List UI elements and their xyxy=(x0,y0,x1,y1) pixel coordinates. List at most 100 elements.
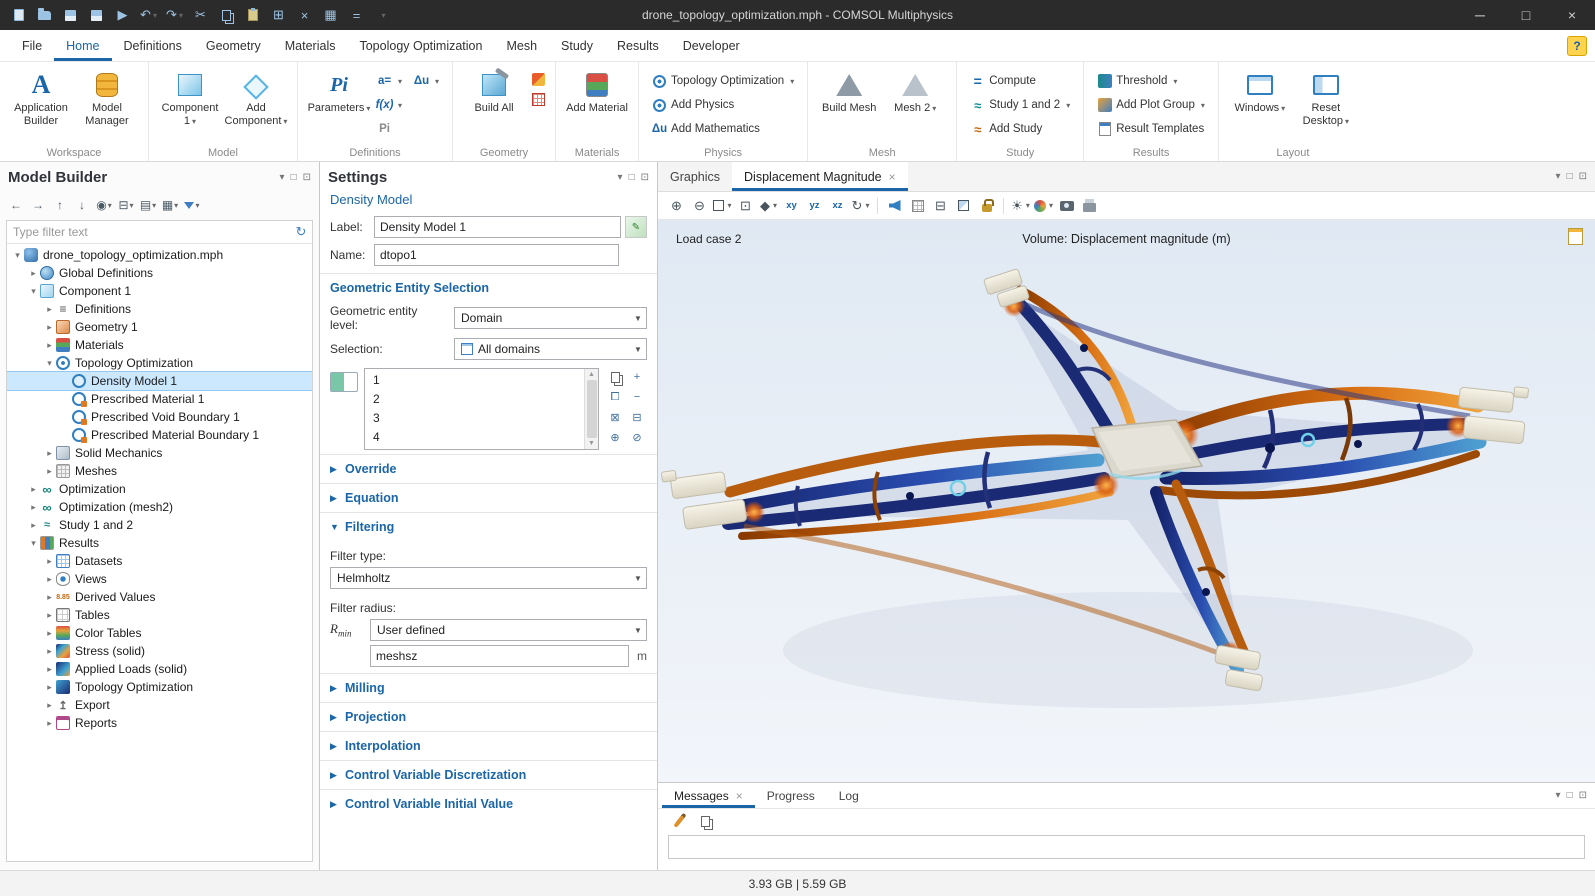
add-to-selection-button[interactable]: + xyxy=(627,368,647,386)
expander-icon[interactable]: ▸ xyxy=(43,556,56,567)
print-button[interactable] xyxy=(1079,195,1100,216)
tab-log[interactable]: Log xyxy=(827,783,871,808)
section-milling[interactable]: ▶Milling xyxy=(320,673,657,702)
tree-node-reports[interactable]: ▸Reports xyxy=(7,714,312,732)
local-parameters-button[interactable]: Pi xyxy=(372,118,444,140)
tab-displacement-magnitude[interactable]: Displacement Magnitude× xyxy=(732,162,908,191)
expander-icon[interactable]: ▸ xyxy=(43,304,56,315)
parameters-button[interactable]: Pi Parameters▾ xyxy=(306,68,372,115)
zoom-in-button[interactable]: ⊕ xyxy=(666,195,687,216)
threshold-button[interactable]: Threshold▾ xyxy=(1092,70,1210,92)
delete-button[interactable]: × xyxy=(292,3,317,27)
play-sound-button[interactable] xyxy=(884,195,905,216)
expander-icon[interactable]: ▾ xyxy=(27,538,40,549)
compute-button[interactable]: =Compute xyxy=(965,70,1075,92)
filter-radius-mode-dropdown[interactable]: User defined▼ xyxy=(370,619,647,641)
tree-node-results[interactable]: ▾Results xyxy=(7,534,312,552)
expander-icon[interactable]: ▸ xyxy=(43,718,56,729)
filter-button[interactable]: ▾ xyxy=(182,195,202,215)
windows-button[interactable]: Windows▾ xyxy=(1227,68,1293,115)
section-control-variable-discretization[interactable]: ▶Control Variable Discretization xyxy=(320,760,657,789)
messages-output[interactable] xyxy=(668,835,1585,859)
tree-node-prescribed-material-boundary-1[interactable]: Prescribed Material Boundary 1 xyxy=(7,426,312,444)
tab-graphics[interactable]: Graphics xyxy=(658,162,732,191)
panel-float-button[interactable]: □ xyxy=(1567,171,1573,182)
section-interpolation[interactable]: ▶Interpolation xyxy=(320,731,657,760)
clear-selection-button[interactable]: ⊠ xyxy=(605,408,625,426)
expander-icon[interactable]: ▾ xyxy=(11,250,24,261)
remove-sequence-button[interactable] xyxy=(529,90,547,108)
tree-node-stress-solid[interactable]: ▸Stress (solid) xyxy=(7,642,312,660)
maximize-button[interactable]: □ xyxy=(1503,0,1549,30)
collapse-expand-button[interactable]: ⊟▾ xyxy=(116,195,136,215)
tree-node-applied-loads-solid[interactable]: ▸Applied Loads (solid) xyxy=(7,660,312,678)
tree-node-export[interactable]: ▸↥Export xyxy=(7,696,312,714)
tab-developer[interactable]: Developer xyxy=(671,30,752,61)
functions-button[interactable]: f(x)▾ xyxy=(372,94,444,116)
close-button[interactable]: × xyxy=(1549,0,1595,30)
tree-node-density-model-1[interactable]: Density Model 1 xyxy=(7,372,312,390)
domain-list-item[interactable]: 4 xyxy=(365,427,584,446)
tab-geometry[interactable]: Geometry xyxy=(194,30,273,61)
expander-icon[interactable]: ▸ xyxy=(43,340,56,351)
tab-file[interactable]: File xyxy=(10,30,54,61)
tree-node-prescribed-void-boundary-1[interactable]: Prescribed Void Boundary 1 xyxy=(7,408,312,426)
component-1-button[interactable]: Component 1▾ xyxy=(157,68,223,128)
tree-node-views[interactable]: ▸Views xyxy=(7,570,312,588)
name-input[interactable] xyxy=(374,244,619,266)
filter-type-dropdown[interactable]: Helmholtz▼ xyxy=(330,567,647,589)
expander-icon[interactable]: ▸ xyxy=(27,502,40,513)
panel-float-button[interactable]: □ xyxy=(629,172,635,183)
duplicate-button[interactable]: ⊞ xyxy=(266,3,291,27)
section-projection[interactable]: ▶Projection xyxy=(320,702,657,731)
tree-node-color-tables[interactable]: ▸Color Tables xyxy=(7,624,312,642)
model-manager-button[interactable]: Model Manager xyxy=(74,68,140,128)
expander-icon[interactable]: ▾ xyxy=(27,286,40,297)
expander-icon[interactable]: ▸ xyxy=(43,646,56,657)
open-file-button[interactable] xyxy=(32,3,57,27)
add-component-button[interactable]: Add Component▾ xyxy=(223,68,289,128)
tab-study[interactable]: Study xyxy=(549,30,605,61)
customize-toolbar-button[interactable]: ▾ xyxy=(370,3,395,27)
columns-button[interactable]: ▦▾ xyxy=(160,195,180,215)
tab-topology-optimization[interactable]: Topology Optimization xyxy=(347,30,494,61)
tree-node-datasets[interactable]: ▸Datasets xyxy=(7,552,312,570)
expander-icon[interactable]: ▸ xyxy=(43,664,56,675)
paste-selection-button[interactable] xyxy=(605,368,625,386)
tree-node-definitions[interactable]: ▸≡Definitions xyxy=(7,300,312,318)
scene-light-button[interactable]: ☀▾ xyxy=(1010,195,1031,216)
rename-button[interactable]: ✎ xyxy=(625,216,647,238)
show-grid-button[interactable] xyxy=(907,195,928,216)
copy-selection-button[interactable]: ⧠ xyxy=(605,388,625,406)
color-theme-button[interactable]: ▾ xyxy=(1033,195,1054,216)
expander-icon[interactable]: ▸ xyxy=(43,448,56,459)
view-xy-button[interactable]: xy xyxy=(781,195,802,216)
tree-node-prescribed-material-1[interactable]: Prescribed Material 1 xyxy=(7,390,312,408)
node-label-button[interactable]: ▤▾ xyxy=(138,195,158,215)
physics-interface-dropdown[interactable]: Topology Optimization▾ xyxy=(647,70,799,92)
section-control-variable-initial-value[interactable]: ▶Control Variable Initial Value xyxy=(320,789,657,818)
expander-icon[interactable]: ▸ xyxy=(43,592,56,603)
active-selection-toggle[interactable] xyxy=(330,372,358,392)
build-mesh-quick-button[interactable]: ▦ xyxy=(318,3,343,27)
invert-selection-button[interactable]: ⊟ xyxy=(627,408,647,426)
panel-menu-button[interactable]: ▾ xyxy=(618,172,623,183)
add-physics-button[interactable]: Add Physics xyxy=(647,94,799,116)
panel-float-button[interactable]: □ xyxy=(1567,790,1573,801)
minimize-button[interactable]: ─ xyxy=(1457,0,1503,30)
go-to-default-view-button[interactable]: ◆▾ xyxy=(758,195,779,216)
expander-icon[interactable]: ▸ xyxy=(27,520,40,531)
close-tab-icon[interactable]: × xyxy=(736,789,743,803)
tab-materials[interactable]: Materials xyxy=(273,30,348,61)
tree-node-study-1-and-2[interactable]: ▸≈Study 1 and 2 xyxy=(7,516,312,534)
tree-node-optimization-mesh2[interactable]: ▸∞Optimization (mesh2) xyxy=(7,498,312,516)
expander-icon[interactable]: ▸ xyxy=(43,628,56,639)
zoom-out-button[interactable]: ⊖ xyxy=(689,195,710,216)
tab-messages[interactable]: Messages× xyxy=(662,783,755,808)
tree-filter-input[interactable] xyxy=(7,221,290,243)
tree-node-component-1[interactable]: ▾Component 1 xyxy=(7,282,312,300)
clear-messages-button[interactable] xyxy=(668,811,689,832)
expander-icon[interactable]: ▸ xyxy=(27,484,40,495)
expander-icon[interactable]: ▸ xyxy=(43,574,56,585)
tab-home[interactable]: Home xyxy=(54,30,111,61)
